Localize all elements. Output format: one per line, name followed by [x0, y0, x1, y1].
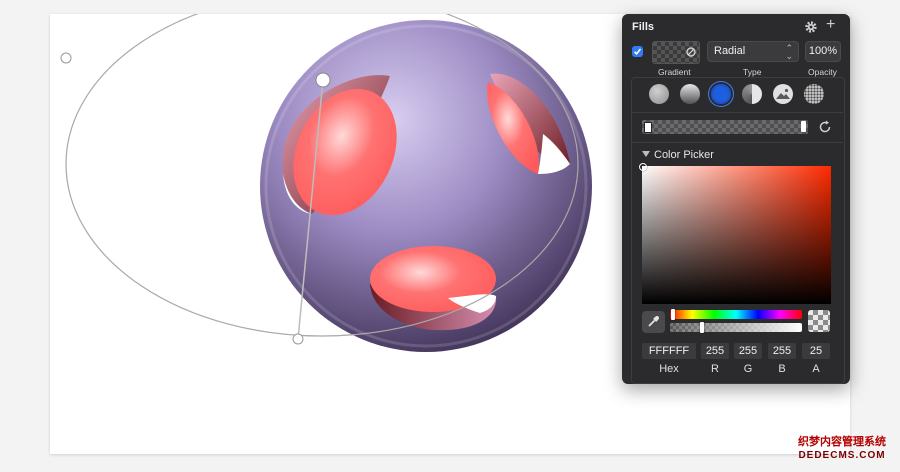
hex-label: Hex — [659, 363, 679, 375]
panel-title: Fills — [632, 21, 655, 33]
gradient-options-icon[interactable] — [686, 47, 696, 57]
gradient-label: Gradient — [658, 67, 691, 77]
color-cursor[interactable] — [639, 163, 647, 171]
eyedropper-button[interactable] — [642, 311, 665, 333]
divider — [631, 112, 843, 113]
angular-gradient-icon[interactable] — [742, 84, 762, 104]
watermark-domain: DEDECMS.COM — [798, 450, 886, 461]
linear-gradient-icon[interactable] — [680, 84, 700, 104]
gradient-stops-bar[interactable] — [642, 120, 808, 134]
radial-gradient-icon[interactable] — [711, 84, 731, 104]
gradient-radius-handle[interactable] — [60, 52, 72, 64]
green-input[interactable]: 255 — [734, 343, 762, 359]
alpha-input[interactable]: 25 — [802, 343, 830, 359]
fill-type-select[interactable]: Radial ⌃ ⌄ — [707, 41, 799, 62]
noise-fill-icon[interactable] — [804, 84, 824, 104]
gear-icon[interactable] — [804, 20, 818, 34]
image-glyph — [776, 88, 790, 99]
fill-enabled-checkbox[interactable] — [632, 46, 643, 57]
solid-fill-icon[interactable] — [649, 84, 669, 104]
green-label: G — [743, 363, 753, 375]
fills-panel: Fills + Radial ⌃ ⌄ 100% Gradient Type Opa… — [622, 14, 850, 384]
rotate-gradient-icon[interactable] — [817, 119, 833, 135]
gradient-end-handle[interactable] — [292, 333, 304, 345]
type-label: Type — [743, 67, 762, 77]
color-picker-title[interactable]: Color Picker — [654, 149, 714, 161]
watermark-title: 织梦内容管理系统 — [798, 436, 886, 448]
red-label: R — [711, 363, 719, 375]
color-preview-swatch[interactable] — [808, 310, 830, 332]
gradient-stop-start[interactable] — [644, 122, 652, 133]
hue-slider[interactable] — [670, 309, 802, 320]
eyedropper-icon — [648, 316, 659, 327]
alpha-slider-thumb[interactable] — [700, 322, 704, 333]
disclosure-triangle-icon[interactable] — [642, 151, 650, 157]
red-input[interactable]: 255 — [701, 343, 729, 359]
opacity-input[interactable]: 100% — [805, 41, 841, 62]
opacity-label: Opacity — [808, 67, 837, 77]
site-watermark: 织梦内容管理系统 DEDECMS.COM — [790, 436, 894, 462]
gradient-swatch[interactable] — [652, 41, 700, 64]
chevron-updown-icon: ⌃ ⌄ — [785, 43, 793, 61]
divider — [631, 142, 843, 143]
hex-input[interactable]: FFFFFF — [642, 343, 696, 359]
alpha-slider[interactable] — [670, 322, 802, 333]
hue-slider-thumb[interactable] — [671, 309, 675, 320]
image-fill-icon[interactable] — [773, 84, 793, 104]
fill-type-value: Radial — [714, 45, 746, 57]
blue-label: B — [778, 363, 786, 375]
add-fill-icon[interactable]: + — [826, 17, 835, 33]
gradient-stop-end[interactable] — [801, 121, 806, 132]
alpha-label: A — [812, 363, 820, 375]
checkmark-icon — [633, 48, 642, 55]
saturation-brightness-field[interactable] — [639, 163, 831, 304]
blue-input[interactable]: 255 — [768, 343, 796, 359]
gradient-center-handle[interactable] — [315, 72, 331, 88]
